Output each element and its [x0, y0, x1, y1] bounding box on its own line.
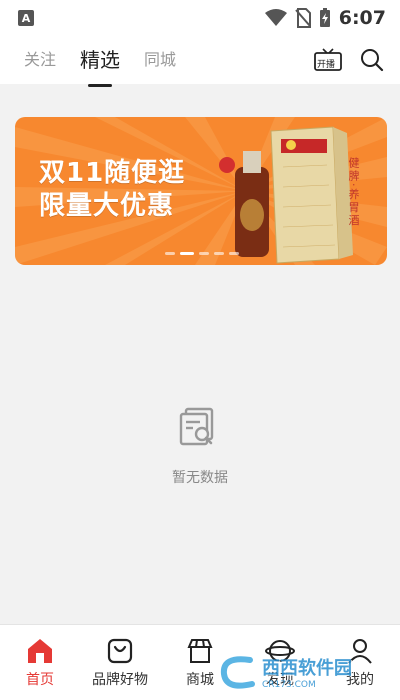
top-nav: 关注 精选 同城 开播	[0, 36, 400, 84]
liquor-box-image	[270, 126, 353, 264]
carousel-dot-active[interactable]	[180, 252, 194, 255]
home-icon	[28, 639, 52, 663]
tab-featured[interactable]: 精选	[80, 44, 120, 77]
liquor-bottle-image	[219, 151, 269, 257]
tab-follow[interactable]: 关注	[24, 46, 56, 74]
nav-label-store: 商城	[186, 672, 214, 688]
app-notification-icon: A	[18, 10, 34, 26]
watermark-logo-icon	[220, 656, 255, 689]
no-data-icon	[179, 407, 214, 446]
clock: 6:07	[338, 7, 386, 29]
watermark-text: 西西软件园	[262, 658, 352, 679]
carousel-dot[interactable]	[229, 252, 239, 255]
carousel-dot[interactable]	[165, 252, 175, 255]
carousel-dot[interactable]	[214, 252, 224, 255]
nav-item-brand-goods[interactable]: 品牌好物	[80, 625, 160, 700]
carousel-indicator	[165, 252, 239, 255]
nav-label-brand-goods: 品牌好物	[92, 672, 148, 688]
site-watermark: 西西软件园 CR173.COM	[216, 650, 376, 694]
watermark-subtext: CR173.COM	[262, 680, 316, 690]
nav-label-home: 首页	[26, 672, 54, 688]
store-icon	[187, 639, 213, 663]
nav-item-home[interactable]: 首页	[0, 625, 80, 700]
banner-side-text: 健脾·养胃酒	[347, 157, 360, 228]
search-icon[interactable]	[360, 48, 384, 72]
carousel-dot[interactable]	[199, 252, 209, 255]
battery-charging-icon	[319, 8, 330, 27]
banner-line-1: 双11随便逛	[39, 158, 186, 188]
wifi-icon	[264, 9, 287, 26]
bag-icon	[107, 638, 133, 664]
tab-nearby[interactable]: 同城	[144, 46, 176, 74]
empty-state-label: 暂无数据	[172, 470, 228, 486]
live-broadcast-button[interactable]: 开播	[314, 48, 342, 72]
promo-banner[interactable]: 双11随便逛 限量大优惠 健脾·养胃酒	[15, 117, 387, 265]
no-sim-icon	[294, 8, 311, 28]
banner-line-2: 限量大优惠	[39, 191, 175, 221]
live-broadcast-label: 开播	[317, 60, 336, 70]
empty-state: 暂无数据	[0, 405, 400, 487]
status-bar: A 6:07	[0, 0, 400, 36]
banner-headline: 双11随便逛 限量大优惠	[39, 157, 185, 223]
